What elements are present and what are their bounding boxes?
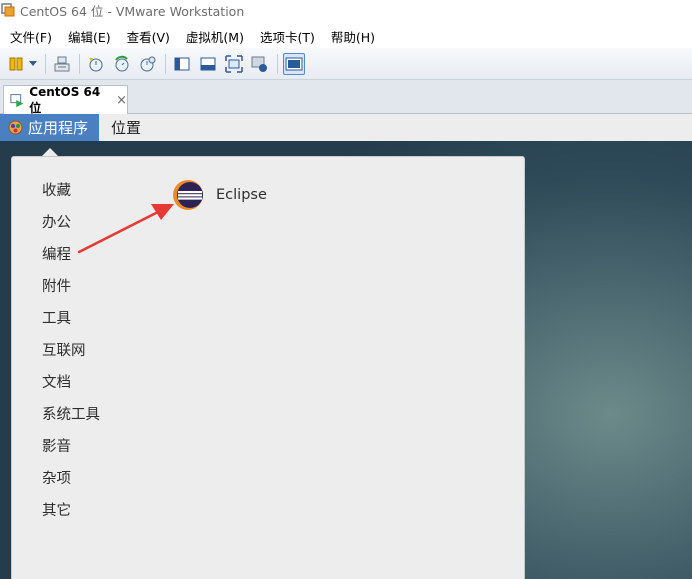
fullscreen-button[interactable] (223, 53, 245, 75)
send-ctrl-alt-del-button[interactable] (51, 53, 73, 75)
category-system-tools[interactable]: 系统工具 (42, 403, 100, 424)
view-mode-button[interactable] (283, 52, 305, 75)
guest-desktop[interactable]: 应用程序 位置 收藏 办公 编程 附件 工具 互联网 文档 系统工具 影音 杂项… (0, 114, 692, 579)
places-menu-button[interactable]: 位置 (111, 117, 141, 138)
power-dropdown-button[interactable] (27, 53, 39, 75)
category-office[interactable]: 办公 (42, 211, 71, 232)
toolbar-separator (165, 53, 166, 74)
toolbar-separator (79, 53, 80, 74)
console-view-icon (174, 57, 190, 70)
window-titlebar: CentOS 64 位 - VMware Workstation (0, 0, 692, 20)
category-documents[interactable]: 文档 (42, 371, 71, 392)
window-title: CentOS 64 位 - VMware Workstation (20, 3, 245, 19)
unity-icon (251, 56, 267, 72)
snapshot-icon (89, 57, 103, 71)
unity-button[interactable] (249, 53, 271, 75)
menu-vm[interactable]: 虚拟机(M) (176, 27, 250, 46)
send-keys-icon (54, 56, 70, 71)
applications-menu-popup: 收藏 办公 编程 附件 工具 互联网 文档 系统工具 影音 杂项 其它 Ecli… (11, 156, 525, 579)
applications-label: 应用程序 (28, 119, 89, 137)
menu-bar: 文件(F) 编辑(E) 查看(V) 虚拟机(M) 选项卡(T) 帮助(H) (0, 24, 692, 48)
tab-centos[interactable]: CentOS 64 位 × (3, 84, 128, 115)
pause-button[interactable] (5, 53, 27, 75)
applications-menu-button[interactable]: 应用程序 (0, 114, 100, 141)
menu-file[interactable]: 文件(F) (0, 27, 58, 46)
fullscreen-icon (225, 54, 243, 73)
toolbar-separator (45, 53, 46, 74)
fit-guest-button[interactable] (197, 53, 219, 75)
category-sound-video[interactable]: 影音 (42, 435, 71, 456)
fit-guest-icon (200, 57, 216, 70)
vmware-app-icon (1, 3, 15, 17)
category-favorites[interactable]: 收藏 (42, 179, 71, 200)
view-mode-icon (285, 57, 303, 70)
menu-view[interactable]: 查看(V) (117, 27, 176, 46)
gnome-top-bar: 应用程序 位置 (0, 114, 692, 141)
show-library-button[interactable] (171, 53, 193, 75)
revert-snapshot-icon (115, 55, 129, 71)
menu-help[interactable]: 帮助(H) (321, 27, 381, 46)
app-eclipse-label: Eclipse (216, 187, 267, 203)
category-accessories[interactable]: 附件 (42, 275, 71, 296)
tab-close-icon[interactable]: × (116, 93, 127, 108)
pause-icon (9, 57, 23, 70)
vm-running-icon (10, 94, 24, 108)
eclipse-icon (173, 180, 203, 210)
category-programming[interactable]: 编程 (42, 243, 71, 264)
category-internet[interactable]: 互联网 (42, 339, 86, 360)
revert-snapshot-button[interactable] (111, 53, 133, 75)
category-utilities[interactable]: 工具 (42, 307, 71, 328)
category-sundry[interactable]: 杂项 (42, 467, 71, 488)
category-other[interactable]: 其它 (42, 499, 71, 520)
snapshot-manager-button[interactable] (137, 53, 159, 75)
gnome-foot-icon (8, 120, 23, 135)
take-snapshot-button[interactable] (85, 53, 107, 75)
dropdown-arrow-icon (29, 60, 37, 66)
menu-tabs[interactable]: 选项卡(T) (250, 27, 321, 46)
app-eclipse[interactable]: Eclipse (172, 179, 267, 211)
toolbar-separator (277, 53, 278, 74)
snapshot-manager-icon (140, 56, 156, 71)
menu-edit[interactable]: 编辑(E) (58, 27, 117, 46)
toolbar (0, 48, 692, 80)
tab-label: CentOS 64 位 (29, 84, 101, 115)
vm-tab-strip: CentOS 64 位 × (0, 80, 692, 115)
